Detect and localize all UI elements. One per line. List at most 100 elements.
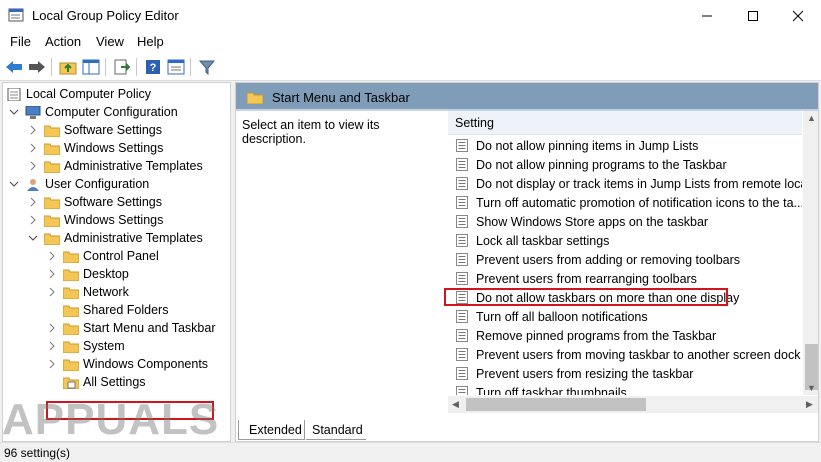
scroll-right-icon[interactable]: ▶ — [806, 399, 813, 410]
horizontal-scrollbar[interactable]: ◀ ▶ — [448, 396, 818, 413]
setting-label: Prevent users from moving taskbar to ano… — [476, 347, 802, 362]
folder-icon — [63, 341, 79, 353]
setting-row[interactable]: Prevent users from resizing the taskbar — [448, 364, 802, 383]
status-text: 96 setting(s) — [4, 446, 71, 460]
scroll-down-icon[interactable]: ▼ — [807, 383, 816, 393]
setting-row[interactable]: Do not allow pinning programs to the Tas… — [448, 155, 802, 174]
back-arrow-icon — [6, 61, 22, 73]
minimize-button[interactable] — [684, 0, 730, 31]
chevron-down-icon[interactable] — [28, 233, 38, 243]
window-title: Local Group Policy Editor — [32, 8, 179, 23]
tree-item-administrative-templates[interactable]: Administrative Templates — [28, 157, 203, 175]
setting-label: Do not allow pinning items in Jump Lists — [476, 138, 699, 153]
setting-row[interactable]: Turn off all balloon notifications — [448, 307, 802, 326]
setting-row[interactable]: Prevent users from moving taskbar to ano… — [448, 345, 802, 364]
chevron-right-icon[interactable] — [28, 161, 38, 171]
setting-row[interactable]: Prevent users from rearranging toolbars — [448, 269, 802, 288]
tree-item-label: Administrative Templates — [64, 231, 203, 245]
chevron-right-icon[interactable] — [47, 359, 57, 369]
folder-icon — [63, 359, 79, 371]
show-hide-tree-button[interactable] — [81, 57, 101, 77]
properties-button[interactable] — [166, 57, 186, 77]
filter-icon — [199, 60, 215, 75]
chevron-right-icon[interactable] — [47, 269, 57, 279]
policy-setting-icon — [456, 253, 468, 266]
scroll-left-icon[interactable]: ◀ — [452, 399, 459, 410]
menu-help[interactable]: Help — [137, 34, 164, 49]
tree-item-system[interactable]: System — [47, 337, 125, 355]
tree-item-label: All Settings — [83, 375, 146, 389]
computer-policy-icon — [7, 87, 21, 101]
setting-label: Lock all taskbar settings — [476, 233, 610, 248]
tree-item-label: Local Computer Policy — [26, 87, 152, 101]
tree-item-network[interactable]: Network — [47, 283, 129, 301]
setting-row[interactable]: Turn off taskbar thumbnails — [448, 383, 802, 395]
tree-item-windows-settings[interactable]: Windows Settings — [28, 211, 163, 229]
setting-row[interactable]: Remove pinned programs from the Taskbar — [448, 326, 802, 345]
vertical-scrollbar[interactable]: ▲ ▼ — [803, 111, 818, 395]
chevron-down-icon[interactable] — [9, 179, 19, 189]
tree-item-software-settings[interactable]: Software Settings — [28, 121, 162, 139]
chevron-right-icon[interactable] — [28, 143, 38, 153]
tree-item-label: User Configuration — [45, 177, 150, 191]
policy-setting-icon — [456, 196, 468, 209]
appuals-watermark: APPUALS — [2, 395, 220, 444]
tree-item-desktop[interactable]: Desktop — [47, 265, 129, 283]
properties-icon — [167, 59, 185, 75]
chevron-right-icon[interactable] — [28, 197, 38, 207]
setting-row[interactable]: Prevent users from adding or removing to… — [448, 250, 802, 269]
toolbar-separator — [105, 58, 106, 76]
setting-label: Prevent users from adding or removing to… — [476, 252, 741, 267]
export-list-button[interactable] — [112, 57, 132, 77]
folder-icon — [44, 197, 60, 209]
minimize-icon — [702, 15, 712, 16]
tree-item-start-menu-and-taskbar[interactable]: Start Menu and Taskbar — [47, 319, 216, 337]
tab-extended[interactable]: Extended — [238, 420, 305, 440]
chevron-right-icon[interactable] — [28, 215, 38, 225]
up-folder-button[interactable] — [58, 57, 78, 77]
policy-setting-icon — [456, 367, 468, 380]
forward-arrow-icon — [29, 61, 45, 73]
chevron-right-icon[interactable] — [47, 323, 57, 333]
setting-row[interactable]: Lock all taskbar settings — [448, 231, 802, 250]
menu-view[interactable]: View — [96, 34, 124, 49]
tree-item-administrative-templates[interactable]: Administrative Templates — [28, 229, 203, 247]
tree-item-software-settings[interactable]: Software Settings — [28, 193, 162, 211]
setting-row[interactable]: Do not allow pinning items in Jump Lists — [448, 136, 802, 155]
policy-setting-icon — [456, 386, 468, 395]
setting-row[interactable]: Do not display or track items in Jump Li… — [448, 174, 802, 193]
close-button[interactable] — [775, 0, 821, 31]
folder-icon — [44, 125, 60, 137]
tree-item-shared-folders[interactable]: Shared Folders — [63, 301, 168, 319]
filter-button[interactable] — [197, 57, 217, 77]
tree-item-local-computer-policy[interactable]: Local Computer Policy — [6, 85, 151, 103]
menu-bar: File Action View Help — [0, 31, 821, 53]
chevron-right-icon[interactable] — [47, 251, 57, 261]
tree-item-label: System — [83, 339, 125, 353]
tree-item-windows-settings[interactable]: Windows Settings — [28, 139, 163, 157]
tree-item-windows-components[interactable]: Windows Components — [47, 355, 208, 373]
scroll-up-icon[interactable]: ▲ — [807, 113, 816, 123]
menu-file[interactable]: File — [10, 34, 31, 49]
policy-setting-icon — [456, 348, 468, 361]
forward-button[interactable] — [27, 57, 47, 77]
tree-item-control-panel[interactable]: Control Panel — [47, 247, 159, 265]
tree-item-user-configuration[interactable]: User Configuration — [9, 175, 149, 193]
chevron-right-icon[interactable] — [47, 341, 57, 351]
chevron-down-icon[interactable] — [9, 107, 19, 117]
chevron-right-icon[interactable] — [28, 125, 38, 135]
tab-standard[interactable]: Standard — [306, 420, 366, 440]
setting-row[interactable]: Show Windows Store apps on the taskbar — [448, 212, 802, 231]
help-button[interactable]: ? — [143, 57, 163, 77]
setting-column-header[interactable]: Setting — [448, 111, 802, 135]
horizontal-scroll-thumb[interactable] — [466, 398, 646, 411]
description-text: Select an item to view its description. — [242, 118, 380, 146]
setting-label: Turn off automatic promotion of notifica… — [476, 195, 802, 210]
menu-action[interactable]: Action — [45, 34, 81, 49]
maximize-button[interactable] — [730, 0, 776, 31]
tree-item-all-settings[interactable]: All Settings — [63, 373, 146, 391]
chevron-right-icon[interactable] — [47, 287, 57, 297]
setting-row[interactable]: Turn off automatic promotion of notifica… — [448, 193, 802, 212]
tree-item-computer-configuration[interactable]: Computer Configuration — [9, 103, 178, 121]
back-button[interactable] — [4, 57, 24, 77]
